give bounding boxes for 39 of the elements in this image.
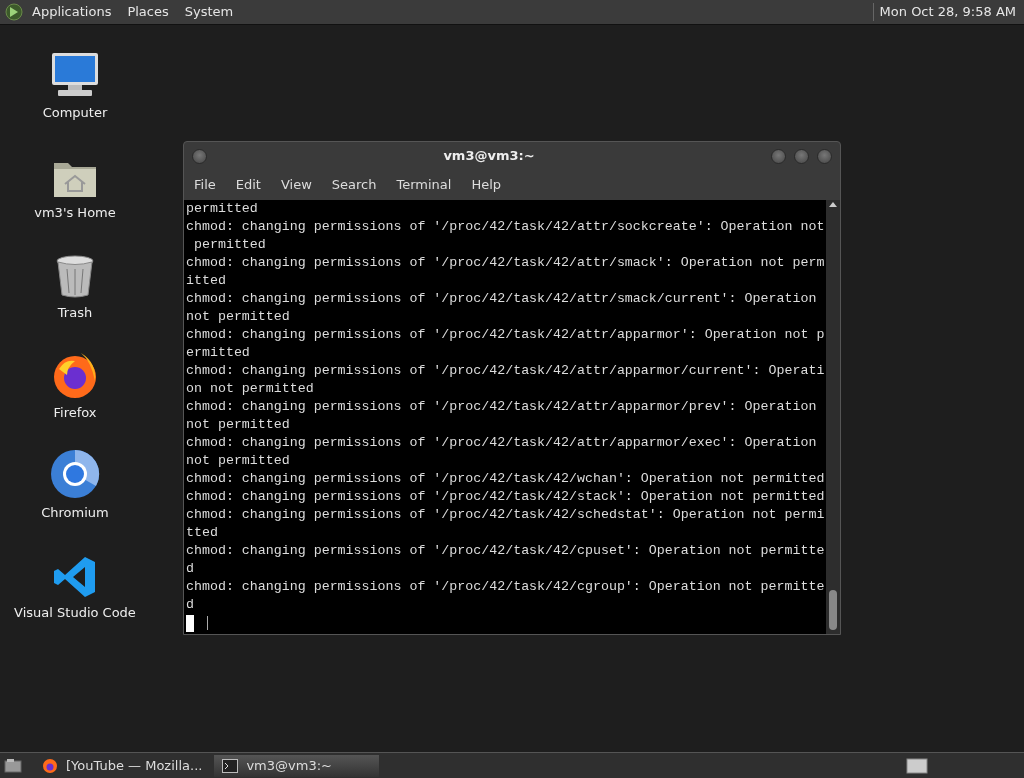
text-cursor-icon (207, 616, 210, 630)
firefox-icon[interactable] (51, 351, 99, 399)
window-menu-button[interactable] (192, 148, 207, 164)
desktop-icon-label[interactable]: Chromium (41, 503, 109, 523)
panel-menu[interactable]: Places (127, 2, 169, 22)
menu-item[interactable]: Edit (225, 175, 271, 195)
menu-item[interactable]: Help (461, 175, 512, 195)
terminal-cursor (186, 614, 194, 632)
desktop-icon-label[interactable]: Computer (42, 103, 108, 123)
menu-item[interactable]: Terminal (386, 175, 462, 195)
taskbar-button[interactable]: vm3@vm3:~ (214, 754, 380, 777)
terminal-output: permitted chmod: changing permissions of '/proc/42/task/42/attr/sockcreate': Operation not permitted chmod: changing permissions of '/proc/42/task/42/attr/smack': Operation not perm itted chmod: changing permissions of '/proc/42/task/42/attr/smack/current': Operation not permitted chmod: changing permissions of '/proc/42/task/42/attr/apparmor': Operation not p ermitted chmod: changing permissions of '/proc/42/task/42/attr/apparmor/current': Operati on not permitted chmod: changing permissions of '/proc/42/task/42/attr/apparmor/prev': Operation not permitted chmod: changing permissions of '/proc/42/task/42/attr/apparmor/exec': Operation not permitted chmod: changing permissions of '/proc/42/task/42/wchan': Operation not permitted chmod: changing permissions of '/proc/42/task/42/stack': Operation not permitted chmod: changing permissions of '/proc/42/task/42/schedstat': Operation not permi tted chmod: changing permissions of '/proc/42/task/42/cpuset': Operation not permitte d chmod: changing permissions of '/proc/42/task/42/cgroup': Operation not permitte d (184, 200, 826, 634)
window-title: vm3@vm3:~ (443, 147, 535, 166)
close-button[interactable] (817, 148, 832, 164)
terminal-icon (222, 758, 239, 773)
panel-menu[interactable]: System (184, 2, 234, 22)
app-menu-icon[interactable] (4, 2, 24, 22)
taskbar-button[interactable]: [YouTube — Mozilla... (34, 754, 211, 777)
panel-menu[interactable]: Applications (32, 2, 112, 22)
code-editor-icon[interactable] (53, 555, 97, 599)
scrollbar[interactable] (826, 200, 840, 634)
scroll-up-icon[interactable] (828, 200, 838, 208)
show-desktop-icon[interactable] (4, 757, 22, 774)
menu-item[interactable]: File (184, 175, 226, 195)
workspace-icon[interactable] (906, 757, 928, 774)
desktop-icon-label[interactable]: Visual Studio Code (14, 603, 136, 623)
desktop-icon-label[interactable]: Trash (57, 303, 93, 323)
desktop-icon-label[interactable]: Firefox (53, 403, 97, 423)
menu-item[interactable]: View (270, 175, 322, 195)
firefox-icon (42, 757, 58, 774)
menu-item[interactable]: Search (321, 175, 387, 195)
computer-icon[interactable] (50, 51, 100, 99)
maximize-button[interactable] (794, 148, 809, 164)
clock[interactable]: Mon Oct 28, 9:58 AM (879, 2, 1016, 22)
scrollbar-thumb[interactable] (829, 590, 837, 630)
desktop-icon-label[interactable]: vm3's Home (34, 203, 116, 223)
trash-icon[interactable] (55, 255, 95, 299)
minimize-button[interactable] (771, 148, 786, 164)
chromium-icon[interactable] (50, 449, 100, 499)
